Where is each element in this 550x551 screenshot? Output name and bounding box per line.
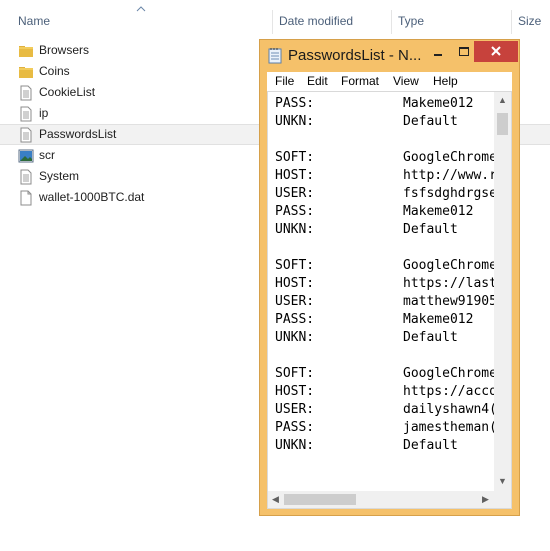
file-name: System	[39, 169, 80, 183]
text-line	[275, 347, 495, 365]
text-content[interactable]: PASS: Makeme012 UNKN: Default SOFT: GoogleC…	[275, 95, 495, 488]
text-line: HOST: http://www.r	[275, 168, 495, 183]
sort-ascending-icon	[136, 6, 146, 12]
minimize-button[interactable]	[425, 41, 451, 62]
folder-icon	[19, 67, 33, 78]
file-name: Browsers	[39, 43, 90, 57]
text-line	[275, 239, 495, 257]
notepad-window: PasswordsList - N... File Edit Format Vi…	[259, 39, 520, 516]
text-line: PASS: jamestheman(	[275, 420, 495, 435]
text-line: UNKN: Default	[275, 330, 458, 345]
scroll-up-icon[interactable]: ▲	[498, 96, 507, 105]
column-type[interactable]: Type	[398, 12, 424, 30]
notepad-titlebar[interactable]: PasswordsList - N...	[260, 40, 519, 72]
text-line: PASS: Makeme012	[275, 312, 474, 327]
text-file-icon	[20, 169, 32, 185]
column-name[interactable]: Name	[18, 12, 50, 30]
text-line: UNKN: Default	[275, 438, 458, 453]
text-line: HOST: https://acco	[275, 384, 495, 399]
notepad-icon[interactable]	[268, 47, 282, 64]
close-button[interactable]	[474, 41, 518, 62]
text-line: UNKN: Default	[275, 114, 458, 129]
horizontal-scrollbar[interactable]: ◀ ▶	[268, 491, 495, 508]
menu-format[interactable]: Format	[341, 74, 379, 88]
text-file-icon	[20, 106, 32, 122]
menu-bar: File Edit Format View Help	[267, 72, 512, 91]
menu-file[interactable]: File	[275, 74, 294, 88]
column-size[interactable]: Size	[518, 12, 541, 30]
horizontal-scroll-thumb[interactable]	[284, 494, 356, 505]
file-name: scr	[39, 148, 55, 162]
folder-icon	[19, 46, 33, 57]
text-line: USER: dailyshawn4(	[275, 402, 495, 417]
menu-edit[interactable]: Edit	[307, 74, 328, 88]
file-name: ip	[39, 106, 49, 120]
text-line: USER: fsfsdghdrgse	[275, 186, 495, 201]
menu-help[interactable]: Help	[433, 74, 458, 88]
text-file-icon	[20, 127, 32, 143]
text-line: UNKN: Default	[275, 222, 458, 237]
text-line: USER: matthew91905	[275, 294, 495, 309]
scrollbar-corner	[494, 491, 511, 508]
column-divider[interactable]	[391, 10, 392, 34]
file-name: PasswordsList	[39, 127, 117, 141]
close-icon	[491, 46, 501, 56]
text-editor[interactable]: PASS: Makeme012 UNKN: Default SOFT: GoogleC…	[267, 91, 512, 509]
text-line: SOFT: GoogleChrome	[275, 258, 495, 273]
blank-file-icon	[20, 190, 32, 206]
text-line: SOFT: GoogleChrome	[275, 366, 495, 381]
text-file-icon	[20, 85, 32, 101]
text-line: PASS: Makeme012	[275, 96, 474, 111]
text-line	[275, 131, 495, 149]
column-divider[interactable]	[272, 10, 273, 34]
scroll-down-icon[interactable]: ▼	[498, 477, 507, 486]
vertical-scroll-thumb[interactable]	[497, 113, 508, 135]
menu-view[interactable]: View	[393, 74, 419, 88]
column-date-modified[interactable]: Date modified	[279, 12, 353, 30]
vertical-scrollbar[interactable]: ▲ ▼	[494, 92, 511, 491]
scroll-right-icon[interactable]: ▶	[482, 495, 489, 504]
column-header-bar: Name Date modified Type Size	[0, 0, 550, 40]
text-line: PASS: Makeme012	[275, 204, 474, 219]
file-name: wallet-1000BTC.dat	[39, 190, 145, 204]
text-line: SOFT: GoogleChrome	[275, 150, 495, 165]
text-line: HOST: https://last	[275, 276, 495, 291]
minimize-icon	[434, 54, 442, 56]
window-title: PasswordsList - N...	[288, 47, 422, 64]
file-name: CookieList	[39, 85, 96, 99]
column-divider[interactable]	[511, 10, 512, 34]
scroll-left-icon[interactable]: ◀	[272, 495, 279, 504]
image-file-icon	[18, 149, 34, 163]
file-name: Coins	[39, 64, 70, 78]
